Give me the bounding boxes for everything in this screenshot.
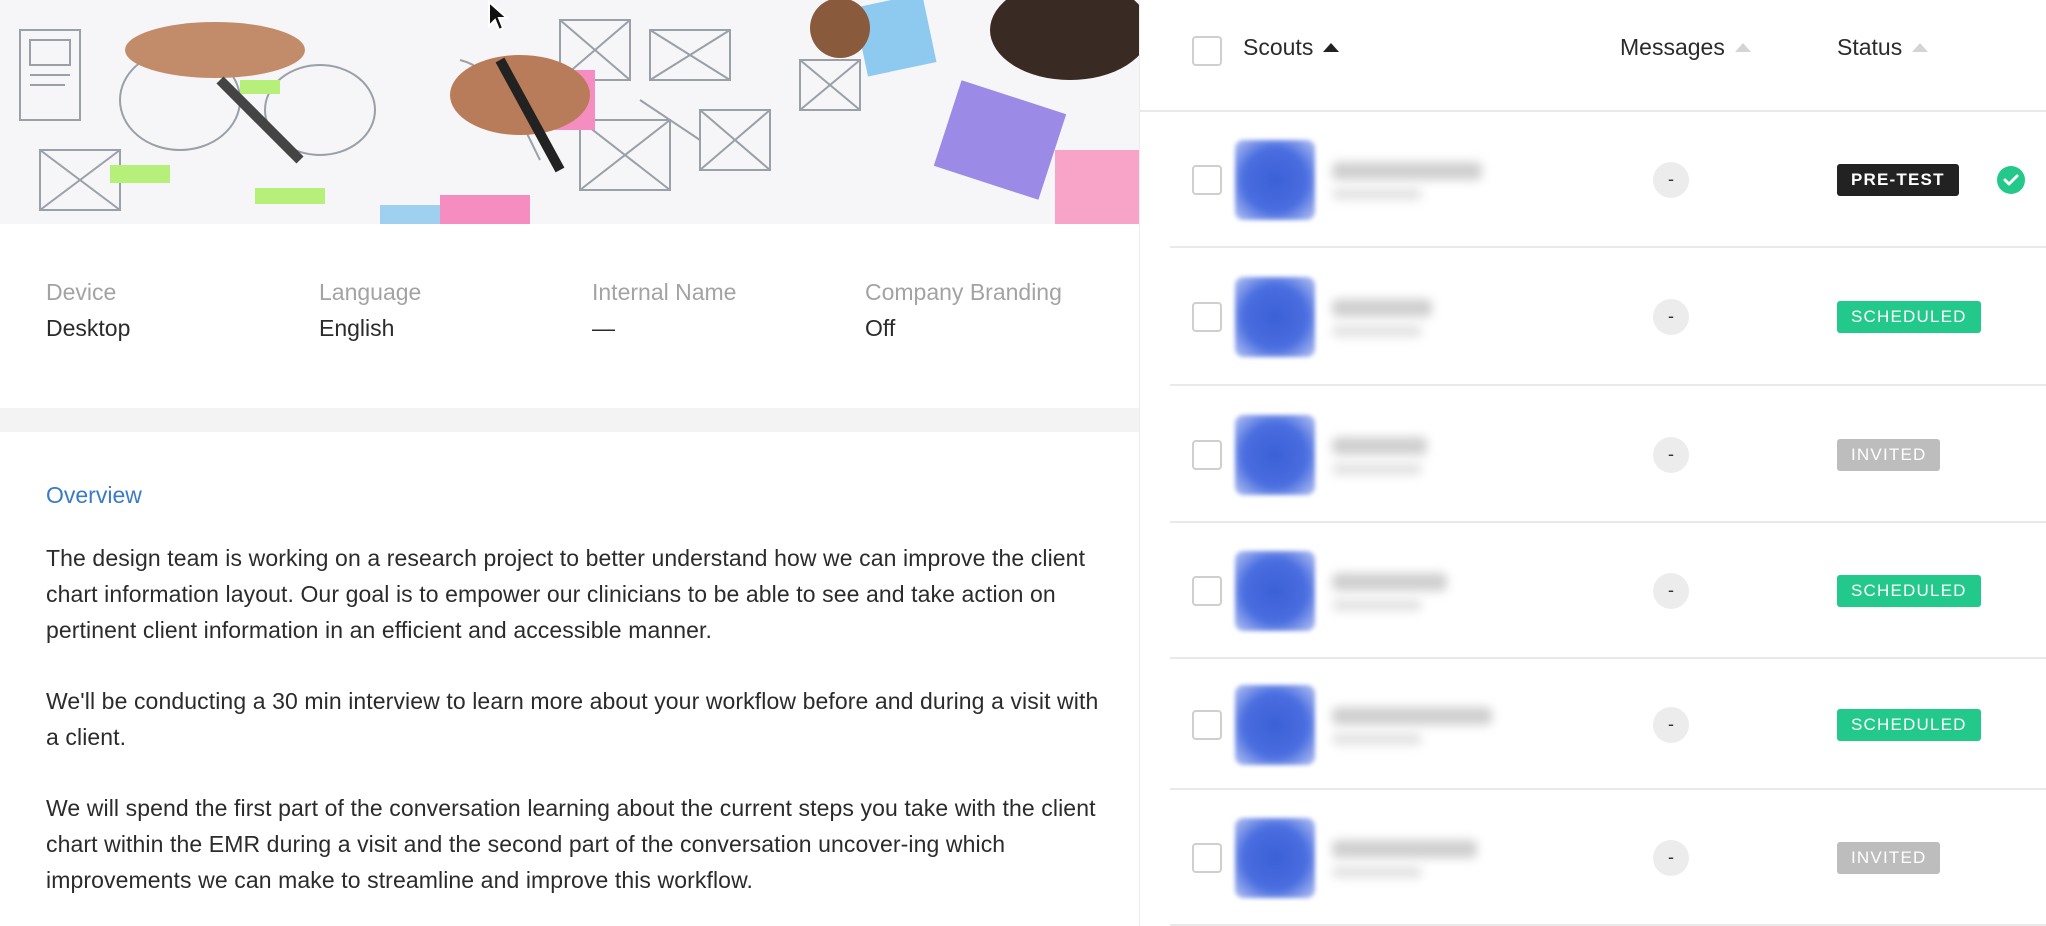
sort-ascending-icon: [1912, 43, 1929, 52]
message-count[interactable]: -: [1653, 573, 1689, 609]
row-checkbox[interactable]: [1192, 165, 1222, 195]
scout-name-redacted: [1332, 162, 1482, 180]
avatar: [1235, 277, 1315, 357]
table-row[interactable]: - PRE-TEST: [1170, 112, 2046, 248]
scout-detail-redacted: [1332, 188, 1422, 200]
status-badge: INVITED: [1837, 439, 1941, 471]
study-cover-image: [0, 0, 1139, 224]
avatar: [1235, 551, 1315, 631]
overview-paragraph: We will spend the first part of the conv…: [46, 795, 1096, 893]
section-gap: [0, 408, 1139, 432]
message-count[interactable]: -: [1653, 299, 1689, 335]
overview-heading: Overview: [46, 482, 142, 508]
row-checkbox[interactable]: [1192, 710, 1222, 740]
table-row[interactable]: - SCHEDULED: [1170, 659, 2046, 790]
avatar: [1235, 140, 1315, 220]
column-header-messages[interactable]: Messages: [1620, 34, 1751, 61]
status-badge: SCHEDULED: [1837, 709, 1981, 741]
scout-detail-redacted: [1332, 463, 1422, 475]
column-label: Status: [1837, 34, 1903, 60]
status-badge: INVITED: [1837, 842, 1941, 874]
meta-device: Device Desktop: [46, 276, 130, 344]
scout-detail-redacted: [1332, 866, 1422, 878]
status-badge: PRE-TEST: [1837, 164, 1959, 196]
status-badge: SCHEDULED: [1837, 575, 1981, 607]
message-count[interactable]: -: [1653, 840, 1689, 876]
scout-detail-redacted: [1332, 599, 1422, 611]
meta-label: Internal Name: [592, 279, 737, 305]
status-badge: SCHEDULED: [1837, 301, 1981, 333]
row-checkbox[interactable]: [1192, 302, 1222, 332]
meta-label: Language: [319, 279, 422, 305]
study-details-panel: Device Desktop Language English Internal…: [0, 0, 1139, 926]
table-row[interactable]: - INVITED: [1170, 386, 2046, 523]
message-count[interactable]: -: [1653, 437, 1689, 473]
table-row[interactable]: - SCHEDULED: [1170, 248, 2046, 386]
check-circle-icon: [1997, 166, 2025, 194]
message-count[interactable]: -: [1653, 707, 1689, 743]
participants-table: Scouts Messages Status - PRE-TEST - SCHEDUL…: [1140, 0, 2046, 926]
row-checkbox[interactable]: [1192, 440, 1222, 470]
overview-paragraph: We'll be conducting a 30 min interview t…: [46, 688, 1099, 750]
study-meta-row: Device Desktop Language English Internal…: [0, 224, 1139, 408]
column-header-status[interactable]: Status: [1837, 34, 1929, 61]
table-row[interactable]: - INVITED: [1170, 790, 2046, 926]
meta-label: Company Branding: [865, 279, 1062, 305]
scout-name-redacted: [1332, 707, 1492, 725]
column-header-scouts[interactable]: Scouts: [1243, 34, 1340, 61]
meta-language: Language English: [319, 276, 421, 344]
scout-name-redacted: [1332, 573, 1447, 591]
scout-name-redacted: [1332, 840, 1477, 858]
mouse-pointer-icon: [487, 0, 510, 37]
scout-name-redacted: [1332, 437, 1427, 455]
scout-name-redacted: [1332, 299, 1432, 317]
scout-detail-redacted: [1332, 325, 1422, 337]
table-row[interactable]: - SCHEDULED: [1170, 523, 2046, 659]
overview-section: Overview The design team is working on a…: [0, 432, 1139, 926]
select-all-checkbox[interactable]: [1192, 36, 1222, 66]
wireframe-sketch-image: [0, 0, 1139, 224]
message-count[interactable]: -: [1653, 162, 1689, 198]
avatar: [1235, 415, 1315, 495]
sort-ascending-icon: [1734, 43, 1751, 52]
meta-company-branding: Company Branding Off: [865, 276, 1062, 344]
meta-value: Desktop: [46, 315, 131, 341]
sort-ascending-icon: [1323, 43, 1340, 52]
meta-label: Device: [46, 279, 117, 305]
scout-detail-redacted: [1332, 733, 1422, 745]
row-checkbox[interactable]: [1192, 843, 1222, 873]
column-label: Scouts: [1243, 34, 1314, 60]
column-label: Messages: [1620, 34, 1725, 60]
meta-internal-name: Internal Name —: [592, 276, 736, 344]
meta-value: English: [319, 315, 395, 341]
meta-value: Off: [865, 315, 896, 341]
table-header: Scouts Messages Status: [1140, 0, 2046, 112]
overview-paragraph: The design team is working on a research…: [46, 545, 1086, 643]
meta-value: —: [592, 315, 615, 341]
avatar: [1235, 685, 1315, 765]
avatar: [1235, 818, 1315, 898]
row-checkbox[interactable]: [1192, 576, 1222, 606]
